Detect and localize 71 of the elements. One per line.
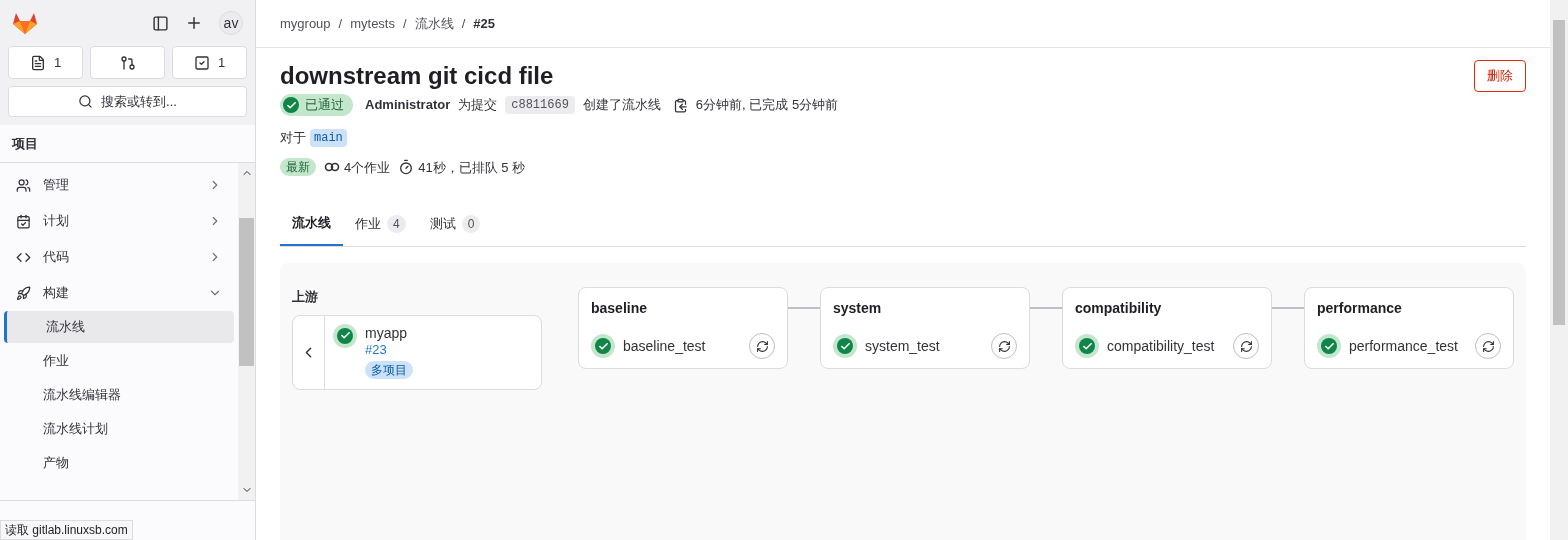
copy-icon[interactable] bbox=[672, 97, 688, 113]
job-name[interactable]: system_test bbox=[865, 335, 983, 357]
author-name[interactable]: Administrator bbox=[365, 95, 451, 115]
page-title: downstream git cicd file bbox=[280, 61, 554, 91]
tab[interactable]: 测试 0 bbox=[417, 202, 493, 246]
job-name[interactable]: baseline_test bbox=[623, 335, 741, 357]
branch-tag[interactable]: main bbox=[310, 128, 347, 147]
retry-icon bbox=[1239, 339, 1253, 353]
search-field[interactable]: 搜索或转到... bbox=[8, 86, 247, 117]
breadcrumb-separator: / bbox=[338, 14, 343, 33]
nav-subitem[interactable]: 作业 bbox=[4, 345, 234, 377]
user-avatar[interactable]: av bbox=[219, 11, 243, 35]
fox-logo-icon[interactable] bbox=[12, 11, 38, 35]
status-badge: 已通过 bbox=[280, 94, 353, 116]
project-name: myapp bbox=[365, 323, 408, 342]
ref-label: 对于 bbox=[280, 129, 306, 147]
tab[interactable]: 作业 4 bbox=[343, 202, 418, 246]
counter-button[interactable] bbox=[90, 46, 165, 79]
stage-name: compatibility bbox=[1075, 299, 1163, 318]
duration-text: 41秒，已排队 5 秒 bbox=[418, 158, 526, 177]
stage-name: system bbox=[833, 299, 883, 318]
timer-icon bbox=[398, 159, 415, 176]
scrollbar-thumb[interactable] bbox=[1553, 20, 1565, 325]
commit-sha[interactable]: c8811669 bbox=[505, 96, 575, 114]
breadcrumb-link[interactable]: mygroup bbox=[280, 13, 331, 34]
retry-icon bbox=[997, 339, 1011, 353]
nav-item[interactable]: 构建 bbox=[4, 275, 234, 311]
pipeline-link[interactable]: #23 bbox=[365, 341, 387, 358]
time-text: 6分钟前, 已完成 5分钟前 bbox=[695, 96, 839, 115]
retry-icon bbox=[755, 339, 769, 353]
nav-item[interactable]: 计划 bbox=[4, 203, 234, 239]
job-count: 4个作业 bbox=[344, 158, 391, 177]
nav-subitem[interactable]: 产物 bbox=[4, 447, 234, 479]
delete-button[interactable]: 删除 bbox=[1474, 60, 1526, 92]
stage-name: performance bbox=[1317, 299, 1403, 318]
upstream-card[interactable]: myapp #23 多项目 bbox=[292, 314, 542, 390]
calendar-icon bbox=[16, 213, 31, 229]
search-icon bbox=[78, 94, 94, 109]
document-icon bbox=[29, 54, 46, 71]
pipeline-icon bbox=[324, 161, 340, 174]
checkbox-icon bbox=[193, 54, 210, 71]
job-name[interactable]: performance_test bbox=[1349, 335, 1467, 357]
status-bar: 读取 gitlab.linuxsb.com bbox=[0, 520, 133, 540]
tab[interactable]: 流水线 bbox=[280, 202, 343, 246]
plus-icon[interactable] bbox=[185, 14, 203, 32]
sidebar-toggle-icon[interactable] bbox=[152, 14, 169, 32]
nav-subitem[interactable]: 流水线 bbox=[4, 311, 234, 343]
upstream-label: 上游 bbox=[292, 288, 319, 306]
stage-name: baseline bbox=[591, 299, 649, 318]
breadcrumb-link[interactable]: #25 bbox=[473, 13, 495, 34]
retry-icon bbox=[1481, 339, 1495, 353]
nav-subitem[interactable]: 流水线编辑器 bbox=[4, 379, 234, 411]
scrollbar-thumb[interactable] bbox=[239, 217, 254, 366]
section-title: 项目 bbox=[12, 134, 38, 153]
nav-subitem[interactable]: 流水线计划 bbox=[4, 413, 234, 445]
commit-label: 为提交 bbox=[458, 96, 498, 115]
counter-button[interactable]: 1 bbox=[172, 46, 247, 79]
multi-project-badge: 多项目 bbox=[365, 360, 413, 379]
breadcrumb-link[interactable]: mytests bbox=[350, 13, 395, 34]
nav-item[interactable]: 管理 bbox=[4, 167, 234, 203]
users-icon bbox=[16, 177, 31, 193]
nav-item[interactable]: 代码 bbox=[4, 239, 234, 275]
breadcrumb-link[interactable]: 流水线 bbox=[414, 13, 454, 34]
rocket-icon bbox=[16, 285, 31, 301]
merge-request-icon bbox=[119, 54, 136, 71]
breadcrumb-separator: / bbox=[403, 14, 407, 33]
counter-button[interactable]: 1 bbox=[8, 46, 83, 79]
job-name[interactable]: compatibility_test bbox=[1107, 335, 1225, 357]
created-label: 创建了流水线 bbox=[582, 96, 661, 115]
latest-badge: 最新 bbox=[280, 158, 316, 177]
breadcrumb-separator: / bbox=[461, 14, 466, 33]
